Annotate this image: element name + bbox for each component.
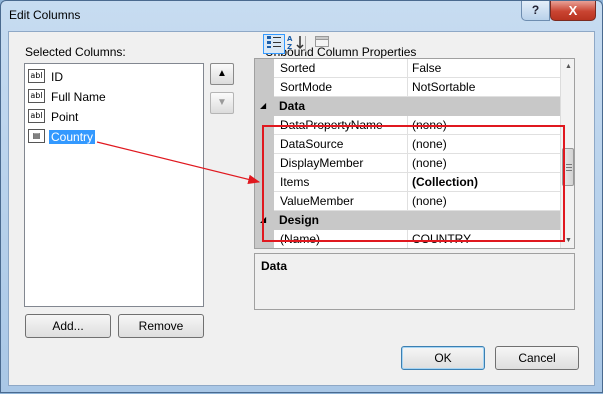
scroll-down-icon[interactable]: ▼ <box>561 233 574 248</box>
grip-icon <box>566 164 572 171</box>
arrow-up-icon: ▲ <box>217 68 227 79</box>
toolbar-separator <box>305 36 306 52</box>
property-pages-button[interactable] <box>311 34 333 54</box>
property-name: DataPropertyName <box>274 116 408 135</box>
property-grid[interactable]: Sorted False SortMode NotSortable ◢ Data… <box>254 58 575 249</box>
property-name: ValueMember <box>274 192 408 211</box>
title-bar[interactable]: Edit Columns ? X <box>1 1 602 31</box>
category-row-design[interactable]: ◢ Design <box>255 211 560 230</box>
property-value[interactable]: (none) <box>408 116 560 135</box>
alphabetical-icon: A Z <box>287 35 304 51</box>
column-item-country[interactable]: ▤ Country <box>27 127 203 147</box>
categorized-icon <box>267 36 281 48</box>
move-down-button[interactable]: ▼ <box>210 92 234 114</box>
property-value[interactable]: COUNTRY <box>408 230 560 248</box>
property-row-displaymember[interactable]: DisplayMember (none) <box>255 154 560 173</box>
window-title: Edit Columns <box>9 8 81 22</box>
property-row-datasource[interactable]: DataSource (none) <box>255 135 560 154</box>
property-name: Sorted <box>274 59 408 78</box>
category-label: Data <box>279 99 306 113</box>
property-description-pane: Data <box>254 253 575 310</box>
property-row-datapropertyname[interactable]: DataPropertyName (none) <box>255 116 560 135</box>
property-row-sorted[interactable]: Sorted False <box>255 59 560 78</box>
property-value[interactable]: (none) <box>408 135 560 154</box>
textbox-column-icon: abl <box>28 89 45 103</box>
svg-text:A: A <box>287 35 293 43</box>
selected-columns-label: Selected Columns: <box>25 45 126 59</box>
description-title: Data <box>261 259 288 273</box>
property-name: Items <box>274 173 408 192</box>
property-row-valuemember[interactable]: ValueMember (none) <box>255 192 560 211</box>
column-item-label: Full Name <box>51 90 106 104</box>
property-grid-scrollbar[interactable]: ▲ ▼ <box>560 59 574 248</box>
property-name: DisplayMember <box>274 154 408 173</box>
ok-button[interactable]: OK <box>401 346 485 370</box>
property-name: DataSource <box>274 135 408 154</box>
category-label: Design <box>279 213 320 227</box>
property-row-sortmode[interactable]: SortMode NotSortable <box>255 78 560 97</box>
column-item-full-name[interactable]: abl Full Name <box>27 87 203 107</box>
property-row-name[interactable]: (Name) COUNTRY <box>255 230 560 248</box>
property-name: (Name) <box>274 230 408 248</box>
remove-button[interactable]: Remove <box>118 314 204 338</box>
property-value[interactable]: (none) <box>408 192 560 211</box>
textbox-column-icon: abl <box>28 69 45 83</box>
collapse-caret-icon[interactable]: ◢ <box>260 215 266 224</box>
property-name: SortMode <box>274 78 408 97</box>
scroll-up-icon[interactable]: ▲ <box>561 59 574 74</box>
svg-text:Z: Z <box>287 43 292 50</box>
combobox-column-icon: ▤ <box>28 129 45 143</box>
property-value[interactable]: (Collection) <box>408 173 560 192</box>
column-item-label: ID <box>51 70 63 84</box>
column-item-label: Country <box>49 130 96 144</box>
arrow-down-icon: ▼ <box>217 97 227 108</box>
categorized-button[interactable] <box>263 34 285 54</box>
move-up-button[interactable]: ▲ <box>210 63 234 85</box>
property-value[interactable]: False <box>408 59 560 78</box>
close-button[interactable]: X <box>550 1 596 21</box>
property-pages-icon <box>315 36 329 47</box>
property-value[interactable]: (none) <box>408 154 560 173</box>
category-row-data[interactable]: ◢ Data <box>255 97 560 116</box>
property-value[interactable]: NotSortable <box>408 78 560 97</box>
collapse-caret-icon[interactable]: ◢ <box>260 101 266 110</box>
column-item-label: Point <box>51 110 79 124</box>
property-row-items[interactable]: Items (Collection) <box>255 173 560 192</box>
selected-columns-list[interactable]: abl ID abl Full Name abl Point ▤ Country <box>24 63 204 307</box>
cancel-button[interactable]: Cancel <box>495 346 579 370</box>
scroll-thumb[interactable] <box>562 148 574 186</box>
column-item-id[interactable]: abl ID <box>27 67 203 87</box>
help-button[interactable]: ? <box>521 1 550 21</box>
textbox-column-icon: abl <box>28 109 45 123</box>
column-item-point[interactable]: abl Point <box>27 107 203 127</box>
property-grid-toolbar: A Z <box>255 34 345 56</box>
add-button[interactable]: Add... <box>25 314 111 338</box>
edit-columns-dialog: Edit Columns ? X Selected Columns: abl I… <box>0 0 603 393</box>
alphabetical-button[interactable]: A Z <box>285 34 307 54</box>
